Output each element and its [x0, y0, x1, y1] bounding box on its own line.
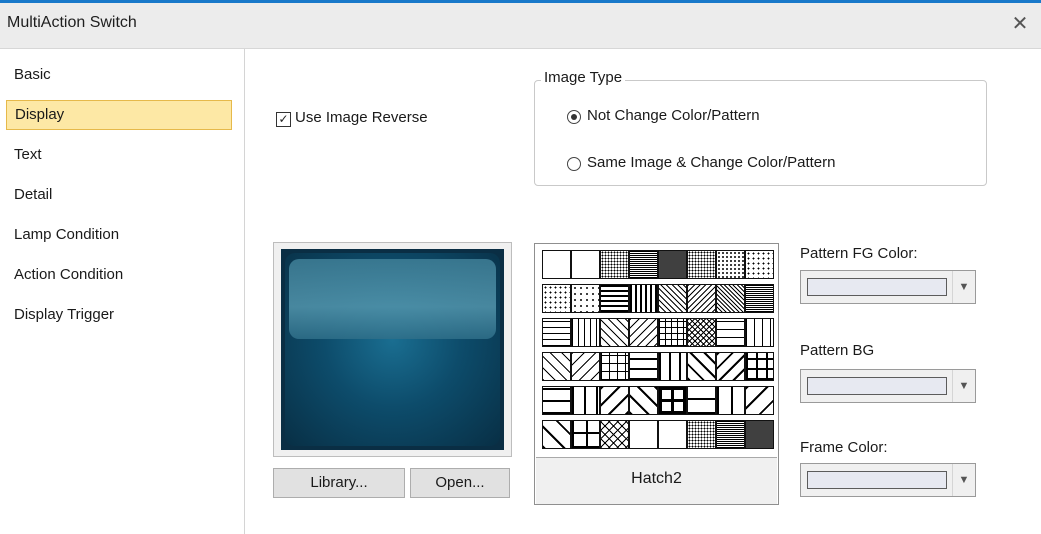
pattern-cell[interactable] [687, 386, 716, 415]
pattern-selector: Hatch2 [534, 243, 779, 505]
frame-color-select[interactable]: ▼ [800, 463, 976, 497]
pattern-bg-label: Pattern BG [800, 342, 875, 359]
selected-pattern-name: Hatch2 [536, 457, 777, 504]
pattern-cell[interactable] [658, 352, 687, 381]
pattern-cell[interactable] [745, 250, 774, 279]
chevron-down-icon[interactable]: ▼ [952, 370, 975, 402]
pattern-cell[interactable] [571, 284, 600, 313]
pattern-cell[interactable] [571, 318, 600, 347]
chevron-down-icon[interactable]: ▼ [952, 464, 975, 496]
open-button[interactable]: Open... [410, 468, 510, 498]
pattern-cell[interactable] [745, 420, 774, 449]
image-preview [273, 242, 512, 457]
pattern-cell[interactable] [600, 386, 629, 415]
pattern-cell[interactable] [745, 386, 774, 415]
pattern-cell[interactable] [571, 386, 600, 415]
pattern-cell[interactable] [571, 420, 600, 449]
sidebar-item-basic[interactable]: Basic [6, 60, 232, 90]
category-list: Basic Display Text Detail Lamp Condition… [0, 49, 245, 534]
pattern-cell[interactable] [600, 284, 629, 313]
pattern-cell[interactable] [687, 250, 716, 279]
pattern-cell[interactable] [542, 284, 571, 313]
pattern-cell[interactable] [571, 352, 600, 381]
pattern-cell[interactable] [716, 352, 745, 381]
pattern-cell[interactable] [629, 386, 658, 415]
pattern-cell[interactable] [542, 420, 571, 449]
pattern-cell[interactable] [600, 420, 629, 449]
pattern-cell[interactable] [658, 284, 687, 313]
close-icon[interactable]: ✕ [1007, 11, 1033, 37]
pattern-cell[interactable] [629, 420, 658, 449]
pattern-cell[interactable] [600, 250, 629, 279]
pattern-cell[interactable] [687, 284, 716, 313]
switch-image-preview [281, 249, 504, 450]
pattern-cell[interactable] [745, 352, 774, 381]
library-button[interactable]: Library... [273, 468, 405, 498]
pattern-cell[interactable] [629, 250, 658, 279]
use-image-reverse-label: Use Image Reverse [295, 109, 428, 126]
pattern-cell[interactable] [542, 352, 571, 381]
pattern-cell[interactable] [542, 386, 571, 415]
window-title: MultiAction Switch [7, 14, 137, 31]
sidebar-item-action-condition[interactable]: Action Condition [6, 260, 232, 290]
pattern-bg-color-select[interactable]: ▼ [800, 369, 976, 403]
title-bar: MultiAction Switch ✕ [0, 3, 1041, 49]
frame-color-label: Frame Color: [800, 439, 888, 456]
radio-selected-icon[interactable] [567, 110, 581, 124]
radio-not-change-label: Not Change Color/Pattern [587, 107, 760, 124]
sidebar-item-display-trigger[interactable]: Display Trigger [6, 300, 232, 330]
pattern-cell[interactable] [658, 250, 687, 279]
pattern-cell[interactable] [687, 420, 716, 449]
pattern-cell[interactable] [542, 318, 571, 347]
pattern-cell[interactable] [571, 250, 600, 279]
pattern-cell[interactable] [716, 318, 745, 347]
pattern-cell[interactable] [716, 420, 745, 449]
pattern-bg-swatch [807, 377, 947, 395]
pattern-cell[interactable] [600, 352, 629, 381]
pattern-cell[interactable] [542, 250, 571, 279]
pattern-cell[interactable] [629, 352, 658, 381]
pattern-cell[interactable] [658, 386, 687, 415]
frame-color-swatch [807, 471, 947, 489]
checkbox-check-icon[interactable]: ✓ [276, 112, 291, 127]
pattern-cell[interactable] [658, 318, 687, 347]
pattern-cell[interactable] [745, 318, 774, 347]
pattern-cell[interactable] [629, 318, 658, 347]
pattern-cell[interactable] [716, 386, 745, 415]
pattern-cell[interactable] [629, 284, 658, 313]
radio-unselected-icon[interactable] [567, 157, 581, 171]
pattern-cell[interactable] [600, 318, 629, 347]
pattern-cell[interactable] [716, 250, 745, 279]
pattern-fg-color-select[interactable]: ▼ [800, 270, 976, 304]
pattern-fg-swatch [807, 278, 947, 296]
pattern-cell[interactable] [745, 284, 774, 313]
sidebar-item-lamp-condition[interactable]: Lamp Condition [6, 220, 232, 250]
pattern-cell[interactable] [658, 420, 687, 449]
sidebar-item-text[interactable]: Text [6, 140, 232, 170]
chevron-down-icon[interactable]: ▼ [952, 271, 975, 303]
sidebar-item-detail[interactable]: Detail [6, 180, 232, 210]
pattern-fg-color-label: Pattern FG Color: [800, 245, 918, 262]
pattern-cell[interactable] [716, 284, 745, 313]
pattern-cell[interactable] [687, 352, 716, 381]
radio-same-image-label: Same Image & Change Color/Pattern [587, 154, 836, 171]
sidebar-item-display[interactable]: Display [6, 100, 232, 130]
pattern-grid [542, 250, 774, 456]
pattern-cell[interactable] [687, 318, 716, 347]
image-type-title: Image Type [541, 69, 626, 86]
